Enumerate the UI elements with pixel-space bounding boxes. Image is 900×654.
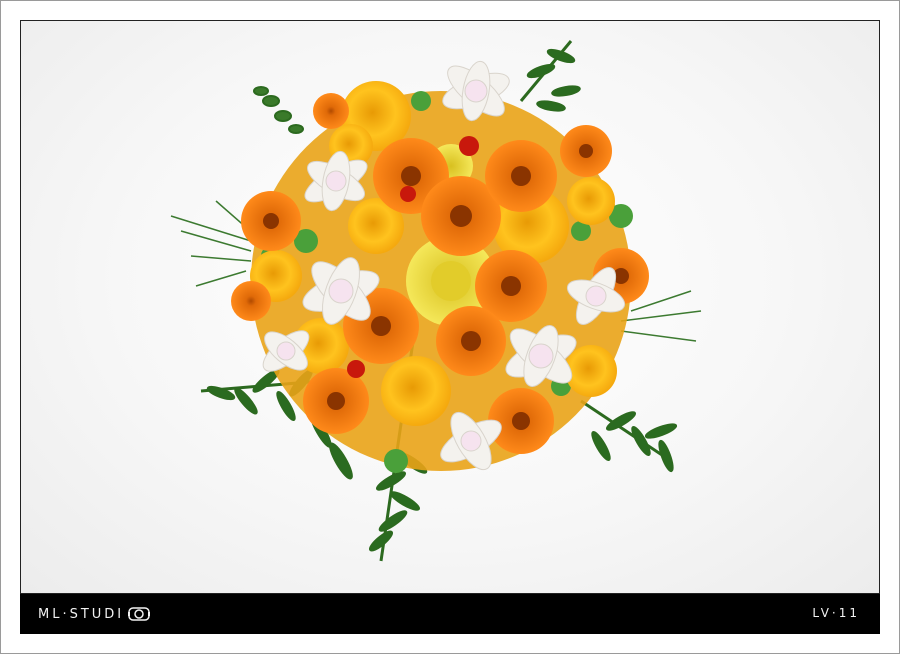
bouquet-photo: [20, 20, 880, 594]
footer-bar: ML·STUDI LV·11: [20, 594, 880, 634]
brand-label: ML·STUDI: [38, 606, 125, 622]
bouquet-image: [170, 40, 702, 562]
brand: ML·STUDI: [38, 605, 151, 623]
photo-code: LV·11: [812, 606, 860, 620]
camera-lens-icon: [128, 607, 151, 621]
